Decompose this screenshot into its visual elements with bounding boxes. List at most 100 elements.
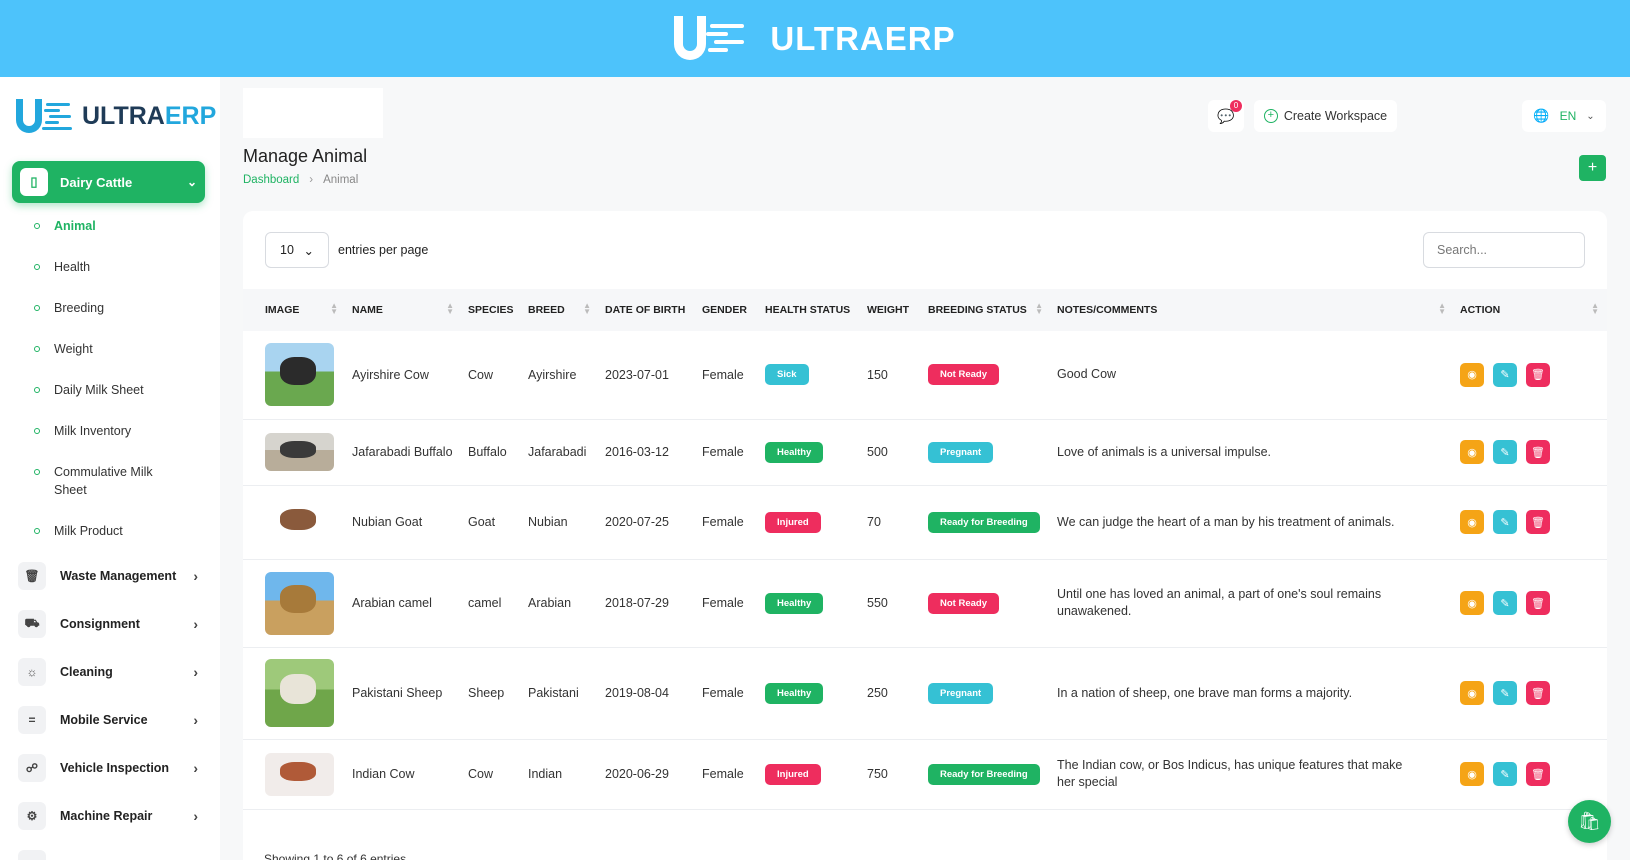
entries-select[interactable]: 10 ⌄ xyxy=(265,232,329,268)
delete-button[interactable]: 🗑 xyxy=(1526,762,1550,786)
sidebar-subitem-milk-product[interactable]: Milk Product xyxy=(34,522,123,540)
edit-button[interactable]: ✎ xyxy=(1493,591,1517,615)
delete-button[interactable]: 🗑 xyxy=(1526,591,1550,615)
view-button[interactable]: ◉ xyxy=(1460,762,1484,786)
view-button[interactable]: ◉ xyxy=(1460,440,1484,464)
sidebar-item-vehicle-inspection[interactable]: ☍ Vehicle Inspection › xyxy=(18,753,198,783)
chevron-right-icon: › xyxy=(193,808,198,824)
edit-button[interactable]: ✎ xyxy=(1493,510,1517,534)
sidebar-item-machine-repair[interactable]: ⚙ Machine Repair › xyxy=(18,801,198,831)
breed-cell: Ayirshire xyxy=(522,331,599,420)
sidebar-item-more[interactable] xyxy=(18,849,198,860)
sidebar-subitem-milk-inventory[interactable]: Milk Inventory xyxy=(34,422,131,440)
sidebar-subitem-health[interactable]: Health xyxy=(34,258,90,276)
table-row: Indian Cow Cow Indian 2020-06-29 Female Injur… xyxy=(243,739,1607,810)
sparkle-icon: ☼ xyxy=(18,658,46,686)
sidebar-subitem-daily-milk-sheet[interactable]: Daily Milk Sheet xyxy=(34,381,144,399)
column-header-breed[interactable]: BREED ▲ ▼ xyxy=(522,289,599,331)
image-cell xyxy=(243,647,346,740)
sort-icon: ▲ ▼ xyxy=(1591,301,1599,316)
delete-button[interactable]: 🗑 xyxy=(1526,510,1550,534)
breeding-status-badge: Pregnant xyxy=(928,682,994,704)
add-animal-button[interactable]: + xyxy=(1579,155,1606,181)
action-cell: ◉ ✎ 🗑 xyxy=(1454,331,1607,420)
species-cell: Buffalo xyxy=(462,419,522,486)
column-header-label: WEIGHT xyxy=(867,304,909,316)
name-cell: Ayirshire Cow xyxy=(346,331,462,420)
column-header-species[interactable]: SPECIES xyxy=(462,289,522,331)
sidebar-item-consignment[interactable]: ⛟ Consignment › xyxy=(18,609,198,639)
species-cell: Goat xyxy=(462,485,522,560)
pencil-icon: ✎ xyxy=(1500,369,1510,382)
table-row: Pakistani Sheep Sheep Pakistani 2019-08-04 F… xyxy=(243,647,1607,740)
column-header-label: BREEDING STATUS xyxy=(928,304,1027,316)
column-header-breeding-status[interactable]: BREEDING STATUS ▲ ▼ xyxy=(922,289,1051,331)
delete-button[interactable]: 🗑 xyxy=(1526,681,1550,705)
pencil-icon: ✎ xyxy=(1500,597,1510,610)
weight-cell: 550 xyxy=(861,559,922,648)
create-workspace-button[interactable]: + Create Workspace xyxy=(1254,100,1397,132)
notes-cell: Love of animals is a universal impulse. xyxy=(1051,419,1454,486)
column-header-image[interactable]: IMAGE ▲ ▼ xyxy=(243,289,346,331)
image-cell xyxy=(243,331,346,420)
breadcrumb-current: Animal xyxy=(323,174,359,186)
sidebar-subitem-animal[interactable]: Animal xyxy=(34,217,96,235)
column-header-gender[interactable]: GENDER xyxy=(696,289,759,331)
sidebar-subitem-weight[interactable]: Weight xyxy=(34,340,93,358)
column-header-action[interactable]: ACTION ▲ ▼ xyxy=(1454,289,1607,331)
animal-table-body: Ayirshire Cow Cow Ayirshire 2023-07-01 Femal… xyxy=(243,331,1607,810)
sort-icon: ▲ ▼ xyxy=(330,301,338,316)
species-cell: Cow xyxy=(462,331,522,420)
breadcrumb-dashboard-link[interactable]: Dashboard xyxy=(243,174,299,186)
breeding-status-cell: Not Ready xyxy=(922,331,1051,420)
sidebar-logo[interactable]: ULTRA ERP xyxy=(16,97,216,135)
health-status-cell: Sick xyxy=(759,331,861,420)
image-cell xyxy=(243,739,346,810)
edit-button[interactable]: ✎ xyxy=(1493,440,1517,464)
column-header-health-status[interactable]: HEALTH STATUS xyxy=(759,289,861,331)
view-button[interactable]: ◉ xyxy=(1460,681,1484,705)
cart-button[interactable]: 🛍 xyxy=(1568,800,1611,843)
breadcrumb: Dashboard › Animal xyxy=(243,174,358,186)
notes-cell: The Indian cow, or Bos Indicus, has uniq… xyxy=(1051,739,1454,810)
delete-button[interactable]: 🗑 xyxy=(1526,362,1550,387)
name-cell: Nubian Goat xyxy=(346,485,462,560)
breeding-status-cell: Not Ready xyxy=(922,559,1051,648)
sidebar-item-dairy-cattle[interactable]: ▯ Dairy Cattle ⌄ xyxy=(12,161,205,203)
animal-table: IMAGE ▲ ▼ NAME ▲ ▼ SPECIES BREED ▲ ▼ DATE OF B… xyxy=(243,289,1607,810)
breeding-status-badge: Pregnant xyxy=(928,441,994,463)
column-header-notes[interactable]: NOTES/COMMENTS ▲ ▼ xyxy=(1051,289,1454,331)
sort-icon: ▲ ▼ xyxy=(1035,301,1043,316)
pencil-icon: ✎ xyxy=(1500,768,1510,781)
view-button[interactable]: ◉ xyxy=(1460,591,1484,615)
name-cell: Indian Cow xyxy=(346,739,462,810)
entries-per-page: 10 ⌄ entries per page xyxy=(265,232,428,268)
language-selector[interactable]: 🌐 EN ⌄ xyxy=(1522,100,1606,132)
column-header-name[interactable]: NAME ▲ ▼ xyxy=(346,289,462,331)
delete-button[interactable]: 🗑 xyxy=(1526,440,1550,464)
edit-button[interactable]: ✎ xyxy=(1493,762,1517,786)
notes-cell: Until one has loved an animal, a part of… xyxy=(1051,559,1454,648)
sidebar-subitem-breeding[interactable]: Breeding xyxy=(34,299,104,317)
animal-photo xyxy=(265,752,334,796)
action-cell: ◉ ✎ 🗑 xyxy=(1454,739,1607,810)
column-header-weight[interactable]: WEIGHT xyxy=(861,289,922,331)
sidebar-item-waste-management[interactable]: 🗑 Waste Management › xyxy=(18,561,198,591)
health-status-badge: Injured xyxy=(765,511,821,533)
animal-table-card: 10 ⌄ entries per page IMAGE ▲▼ NAME ▲▼ SPE… xyxy=(243,211,1607,860)
sidebar-subitem-commulative-milk-sheet[interactable]: Commulative Milk Sheet xyxy=(34,463,164,499)
edit-button[interactable]: ✎ xyxy=(1493,681,1517,705)
sidebar-item-cleaning[interactable]: ☼ Cleaning › xyxy=(18,657,198,687)
column-header-dob[interactable]: DATE OF BIRTH xyxy=(599,289,696,331)
logo-ultra-text: ULTRA xyxy=(82,101,165,130)
notes-cell: In a nation of sheep, one brave man form… xyxy=(1051,647,1454,740)
eye-icon: ◉ xyxy=(1467,516,1477,529)
search-input[interactable] xyxy=(1423,232,1585,268)
chat-button[interactable]: 💬 0 xyxy=(1208,100,1244,132)
view-button[interactable]: ◉ xyxy=(1460,510,1484,534)
view-button[interactable]: ◉ xyxy=(1460,362,1484,387)
breeding-status-cell: Ready for Breeding xyxy=(922,485,1051,560)
sidebar-item-mobile-service[interactable]: = Mobile Service › xyxy=(18,705,198,735)
edit-button[interactable]: ✎ xyxy=(1493,362,1517,387)
image-cell xyxy=(243,419,346,486)
